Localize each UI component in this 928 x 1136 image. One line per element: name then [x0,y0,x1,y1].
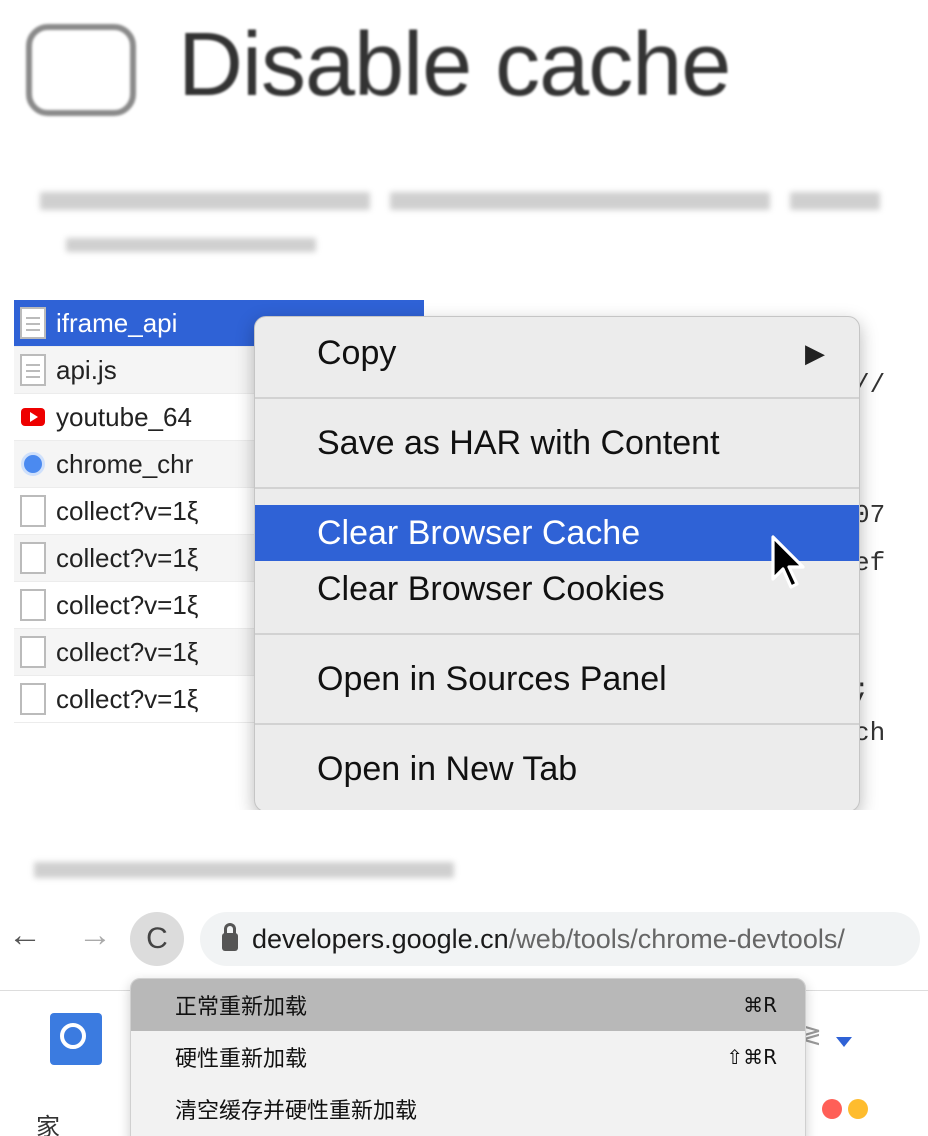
request-name: api.js [56,354,117,385]
menu-separator [255,633,859,635]
request-name: iframe_api [56,307,178,338]
blank-file-icon [20,495,46,527]
youtube-icon [21,408,45,426]
mouse-cursor-icon [771,535,805,589]
lock-icon [222,923,238,951]
menu-item-save-har[interactable]: Save as HAR with Content [255,415,859,471]
menu-item-open-sources[interactable]: Open in Sources Panel [255,651,859,707]
browser-section: ← → C developers.google.cn/web/tools/chr… [0,850,928,1136]
blank-file-icon [20,589,46,621]
shortcut-label: ⌘R [743,993,777,1017]
reload-icon: C [146,922,168,955]
menu-item-normal-reload[interactable]: 正常重新加载 ⌘R [131,979,805,1031]
disable-cache-label: Disable cache [178,15,731,115]
chrome-logo-icon [50,1013,102,1065]
menu-item-label: Clear Browser Cookies [317,569,665,608]
blank-file-icon [20,636,46,668]
reload-button[interactable]: C [130,912,184,966]
window-close-dot[interactable] [822,1099,842,1119]
chevron-down-icon[interactable] [836,1037,852,1047]
menu-item-label: 正常重新加载 [175,995,308,1020]
menu-item-label: Save as HAR with Content [317,423,720,462]
blank-file-icon [20,542,46,574]
chrome-icon [21,452,45,476]
url-text: developers.google.cn/web/tools/chrome-de… [252,924,845,955]
request-name: chrome_chr [56,448,194,479]
address-bar[interactable]: developers.google.cn/web/tools/chrome-de… [200,912,920,966]
request-name: collect?v=1ξ [56,589,199,620]
blurred-text [66,238,316,252]
page-text-fragment: 家 [36,1114,60,1136]
network-context-menu: Copy ▶ Save as HAR with Content Clear Br… [254,316,860,810]
menu-item-copy[interactable]: Copy ▶ [255,325,859,381]
request-name: collect?v=1ξ [56,495,199,526]
menu-separator [255,487,859,489]
request-name: collect?v=1ξ [56,683,199,714]
blurred-text [390,192,770,210]
url-path: /web/tools/chrome-devtools/ [508,923,845,954]
network-panel: iframe_api api.js youtube_64 chrome_chr … [14,300,894,810]
disable-cache-section: Disable cache [0,0,928,140]
menu-item-label: Open in New Tab [317,749,578,788]
blank-file-icon [20,683,46,715]
window-minimize-dot[interactable] [848,1099,868,1119]
menu-item-label: Clear Browser Cache [317,513,641,552]
request-name: collect?v=1ξ [56,542,199,573]
url-host: developers.google.cn [252,923,509,954]
blurred-text [790,192,880,210]
blurred-text [40,192,370,210]
menu-item-open-new-tab[interactable]: Open in New Tab [255,741,859,797]
menu-item-empty-cache-hard-reload[interactable]: 清空缓存并硬性重新加载 [131,1083,805,1135]
document-icon [20,307,46,339]
document-icon [20,354,46,386]
menu-item-label: Open in Sources Panel [317,659,667,698]
request-name: collect?v=1ξ [56,636,199,667]
shortcut-label: ⇧⌘R [726,1045,777,1069]
submenu-arrow-icon: ▶ [805,337,825,368]
forward-button[interactable]: → [78,916,112,955]
menu-item-label: 硬性重新加载 [175,1047,308,1072]
menu-separator [255,723,859,725]
disable-cache-checkbox[interactable] [26,24,136,116]
request-name: youtube_64 [56,401,192,432]
menu-separator [255,397,859,399]
back-button[interactable]: ← [8,916,42,955]
reload-menu: 正常重新加载 ⌘R 硬性重新加载 ⇧⌘R 清空缓存并硬性重新加载 [130,978,806,1136]
menu-item-hard-reload[interactable]: 硬性重新加载 ⇧⌘R [131,1031,805,1083]
menu-item-label: 清空缓存并硬性重新加载 [175,1099,418,1124]
menu-item-label: Copy [317,333,397,372]
